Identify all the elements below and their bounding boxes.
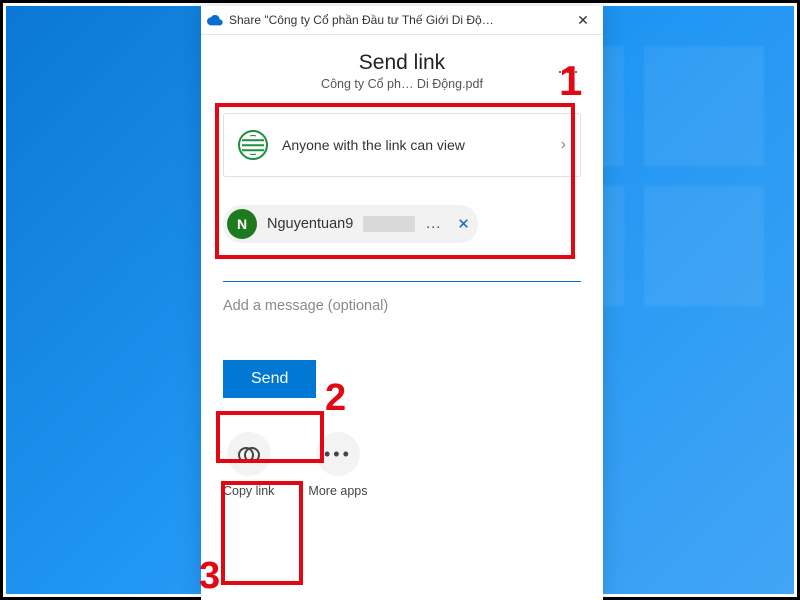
permission-text: Anyone with the link can view <box>282 137 547 153</box>
message-input[interactable]: Add a message (optional) <box>223 298 581 314</box>
onedrive-icon <box>207 12 223 28</box>
recipient-ellipsis: … <box>425 215 441 233</box>
recipient-chip[interactable]: N Nguyentuan9 … ✕ <box>223 205 478 243</box>
avatar: N <box>227 209 257 239</box>
more-apps-label: More apps <box>308 484 367 498</box>
send-button[interactable]: Send <box>223 360 316 398</box>
dialog-title: Send link <box>223 51 581 75</box>
link-permission-row[interactable]: Anyone with the link can view › <box>223 113 581 177</box>
input-underline <box>223 281 581 282</box>
more-apps-action[interactable]: ••• More apps <box>308 432 367 498</box>
window-title: Share "Công ty Cổ phần Đầu tư Thế Giới D… <box>229 13 569 27</box>
recipient-masked <box>363 216 415 232</box>
share-dialog: Share "Công ty Cổ phần Đầu tư Thế Giới D… <box>201 6 603 600</box>
globe-icon <box>238 130 268 160</box>
remove-recipient-icon[interactable]: ✕ <box>457 215 470 233</box>
chevron-right-icon: › <box>561 136 566 154</box>
close-icon[interactable]: ✕ <box>569 12 597 29</box>
recipient-row: N Nguyentuan9 … ✕ <box>223 205 581 243</box>
shared-filename: Công ty Cổ ph… Di Động.pdf <box>223 77 581 91</box>
link-icon <box>238 447 260 461</box>
recipient-name: Nguyentuan9 <box>267 216 353 232</box>
more-apps-icon: ••• <box>324 444 352 465</box>
copy-link-label: Copy link <box>223 484 274 498</box>
copy-link-action[interactable]: Copy link <box>223 432 274 498</box>
titlebar: Share "Công ty Cổ phần Đầu tư Thế Giới D… <box>201 6 603 35</box>
more-options-icon[interactable]: ··· <box>557 61 581 82</box>
dialog-header: Send link Công ty Cổ ph… Di Động.pdf ··· <box>223 51 581 91</box>
